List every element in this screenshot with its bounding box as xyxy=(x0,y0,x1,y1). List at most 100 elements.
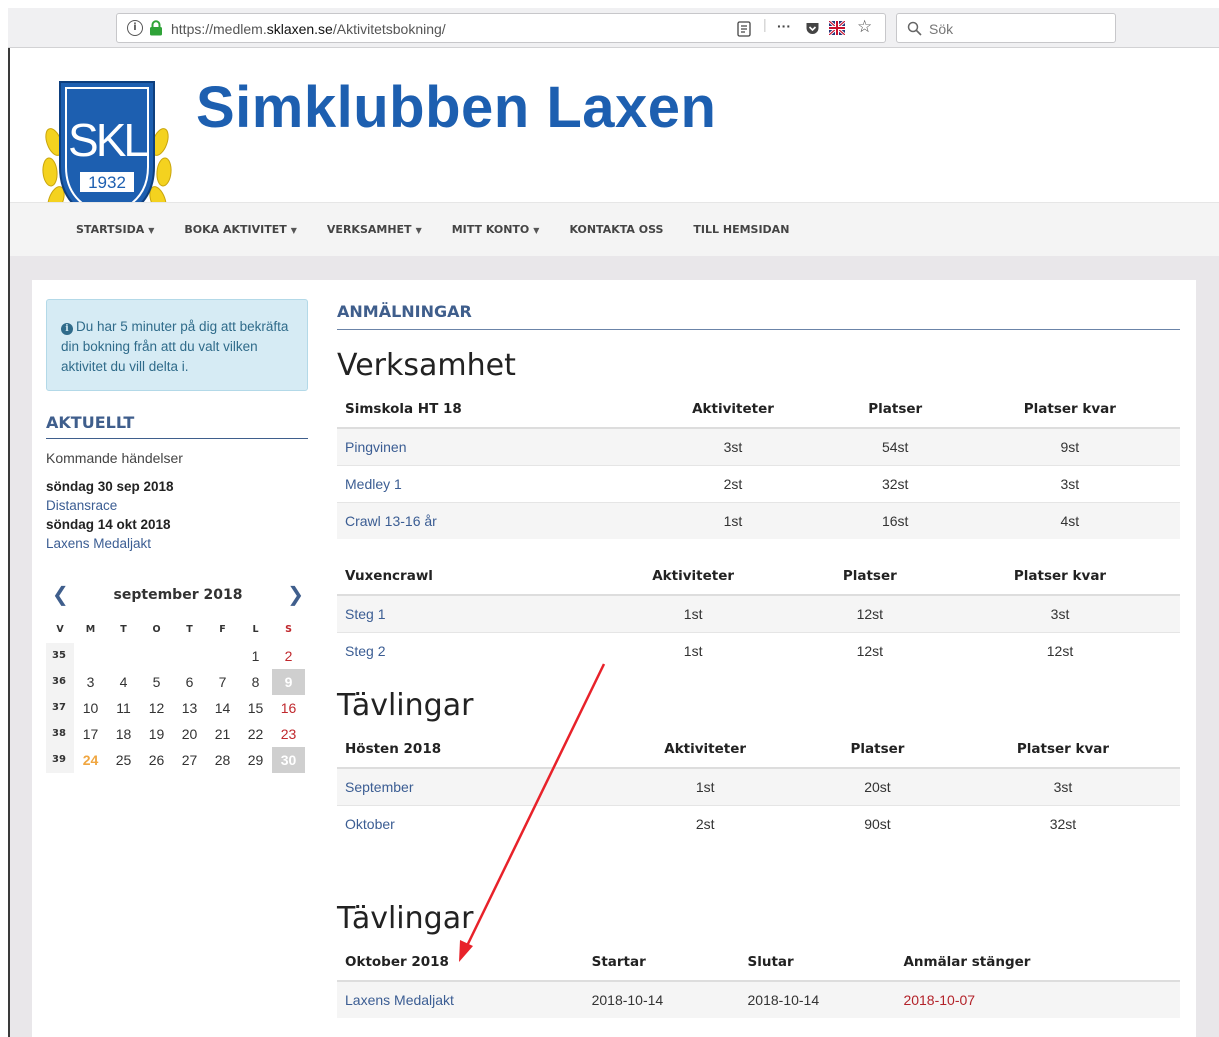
activity-link[interactable]: Laxens Medaljakt xyxy=(337,980,592,1018)
nav-item-till-hemsidan[interactable]: TILL HEMSIDAN xyxy=(693,223,789,236)
calendar-day[interactable]: 7 xyxy=(206,669,239,695)
event-link[interactable]: Laxens Medaljakt xyxy=(46,534,308,553)
nav-item-startsida[interactable]: STARTSIDA ▼ xyxy=(76,223,154,236)
table-cell: 1st xyxy=(586,594,800,632)
site-header: SKL 1932 Simklubben Laxen STARTSIDA ▼ BOKA… xyxy=(10,48,1219,256)
calendar-day[interactable]: 3 xyxy=(74,669,107,695)
weekday-header: T xyxy=(186,624,193,635)
activity-link[interactable]: Medley 1 xyxy=(337,464,636,502)
weekday-header: T xyxy=(120,624,127,635)
calendar-day[interactable]: 27 xyxy=(173,747,206,773)
calendar-day[interactable]: 20 xyxy=(173,721,206,747)
calendar-day[interactable]: 24 xyxy=(74,747,107,773)
calendar-day[interactable]: 10 xyxy=(74,695,107,721)
activity-link[interactable]: Steg 1 xyxy=(337,594,587,632)
column-header: Simskola HT 18 xyxy=(337,391,636,429)
calendar-day[interactable]: 14 xyxy=(206,695,239,721)
table-cell: 3st xyxy=(959,464,1180,502)
calendar-empty-cell xyxy=(173,643,206,669)
table-header-row: Vuxencrawl Aktiviteter Platser Platser kvar xyxy=(337,558,1180,596)
calendar-day[interactable]: 18 xyxy=(107,721,140,747)
activity-link[interactable]: September xyxy=(337,767,602,805)
table-row: Laxens Medaljakt 2018-10-14 2018-10-14 2018… xyxy=(337,980,1180,1018)
nav-item-label: VERKSAMHET xyxy=(326,223,412,236)
uk-flag-icon[interactable] xyxy=(829,21,845,35)
calendar-day[interactable]: 30 xyxy=(272,747,305,773)
info-icon[interactable]: i xyxy=(127,20,143,36)
calendar-empty-cell xyxy=(74,643,107,669)
calendar-day[interactable]: 13 xyxy=(173,695,206,721)
column-header: Aktiviteter xyxy=(586,558,800,596)
column-header: Platser kvar xyxy=(940,558,1180,596)
calendar-day[interactable]: 2 xyxy=(272,643,305,669)
address-bar[interactable]: i https://medlem.sklaxen.se/Aktivitetsbo… xyxy=(116,13,886,43)
activity-link[interactable]: Steg 2 xyxy=(337,631,587,669)
page-actions-icon[interactable]: ··· xyxy=(777,18,791,34)
event-date: söndag 14 okt 2018 xyxy=(46,517,171,532)
table-header-row: Hösten 2018 Aktiviteter Platser Platser kva… xyxy=(337,731,1180,769)
calendar-day[interactable]: 23 xyxy=(272,721,305,747)
activity-link[interactable]: Oktober xyxy=(337,804,602,842)
nav-item-verksamhet[interactable]: VERKSAMHET ▼ xyxy=(327,223,422,236)
section-heading-tavlingar-2: Tävlingar xyxy=(337,901,474,936)
calendar-day[interactable]: 17 xyxy=(74,721,107,747)
table-row: September 1st 20st 3st xyxy=(337,767,1180,805)
calendar-empty-cell xyxy=(140,643,173,669)
weekday-header: F xyxy=(219,624,226,635)
calendar-day[interactable]: 22 xyxy=(239,721,272,747)
bookmark-star-icon[interactable]: ☆ xyxy=(857,17,872,37)
search-placeholder: Sök xyxy=(929,21,954,37)
event-link[interactable]: Distansrace xyxy=(46,496,308,515)
column-header: Startar xyxy=(591,944,748,982)
table-cell: 12st xyxy=(940,631,1180,669)
table-cell: 3st xyxy=(635,427,831,465)
table-cell: 32st xyxy=(945,804,1180,842)
nav-item-kontakta-oss[interactable]: KONTAKTA OSS xyxy=(569,223,663,236)
calendar-day[interactable]: 16 xyxy=(272,695,305,721)
column-header: Aktiviteter xyxy=(601,731,810,769)
column-header: Aktiviteter xyxy=(635,391,831,429)
weekday-header: O xyxy=(152,624,161,635)
nav-item-boka-aktivitet[interactable]: BOKA AKTIVITET ▼ xyxy=(184,223,297,236)
nav-item-mitt-konto[interactable]: MITT KONTO ▼ xyxy=(452,223,540,236)
chevron-right-icon[interactable]: ❯ xyxy=(287,582,304,606)
nav-item-label: TILL HEMSIDAN xyxy=(693,223,790,236)
week-number: 36 xyxy=(46,669,74,695)
table-cell: 4st xyxy=(959,501,1180,539)
table-cell: 2st xyxy=(601,804,810,842)
calendar-day[interactable]: 12 xyxy=(140,695,173,721)
calendar-day[interactable]: 15 xyxy=(239,695,272,721)
url-path: /Aktivitetsbokning/ xyxy=(332,21,446,37)
calendar-day[interactable]: 26 xyxy=(140,747,173,773)
activity-link[interactable]: Pingvinen xyxy=(337,427,636,465)
calendar-day[interactable]: 5 xyxy=(140,669,173,695)
calendar-day[interactable]: 29 xyxy=(239,747,272,773)
calendar-day[interactable]: 9 xyxy=(272,669,305,695)
reader-view-icon[interactable] xyxy=(737,21,751,37)
calendar-day[interactable]: 1 xyxy=(239,643,272,669)
pocket-icon[interactable] xyxy=(805,21,820,36)
weekday-header: L xyxy=(252,624,259,635)
calendar-day[interactable]: 25 xyxy=(107,747,140,773)
calendar-month-title: september 2018 xyxy=(113,587,243,603)
browser-toolbar: i https://medlem.sklaxen.se/Aktivitetsbo… xyxy=(8,8,1219,48)
activity-link[interactable]: Crawl 13-16 år xyxy=(337,501,636,539)
calendar-day[interactable]: 8 xyxy=(239,669,272,695)
column-header: Oktober 2018 xyxy=(337,944,592,982)
table-cell: 1st xyxy=(601,767,810,805)
calendar-day[interactable]: 28 xyxy=(206,747,239,773)
table-cell: 3st xyxy=(945,767,1180,805)
simskola-table: Simskola HT 18 Aktiviteter Platser Platser … xyxy=(337,391,1180,539)
calendar-day[interactable]: 19 xyxy=(140,721,173,747)
calendar-day[interactable]: 21 xyxy=(206,721,239,747)
search-bar[interactable]: Sök xyxy=(896,13,1116,43)
calendar-day[interactable]: 6 xyxy=(173,669,206,695)
column-header: Platser xyxy=(809,731,946,769)
calendar-day[interactable]: 11 xyxy=(107,695,140,721)
site-title[interactable]: Simklubben Laxen xyxy=(196,74,716,141)
weekday-header: S xyxy=(285,624,292,635)
table-cell: 2st xyxy=(635,464,831,502)
table-row: Medley 1 2st 32st 3st xyxy=(337,464,1180,502)
calendar-day[interactable]: 4 xyxy=(107,669,140,695)
nav-item-label: BOKA AKTIVITET xyxy=(184,223,287,236)
